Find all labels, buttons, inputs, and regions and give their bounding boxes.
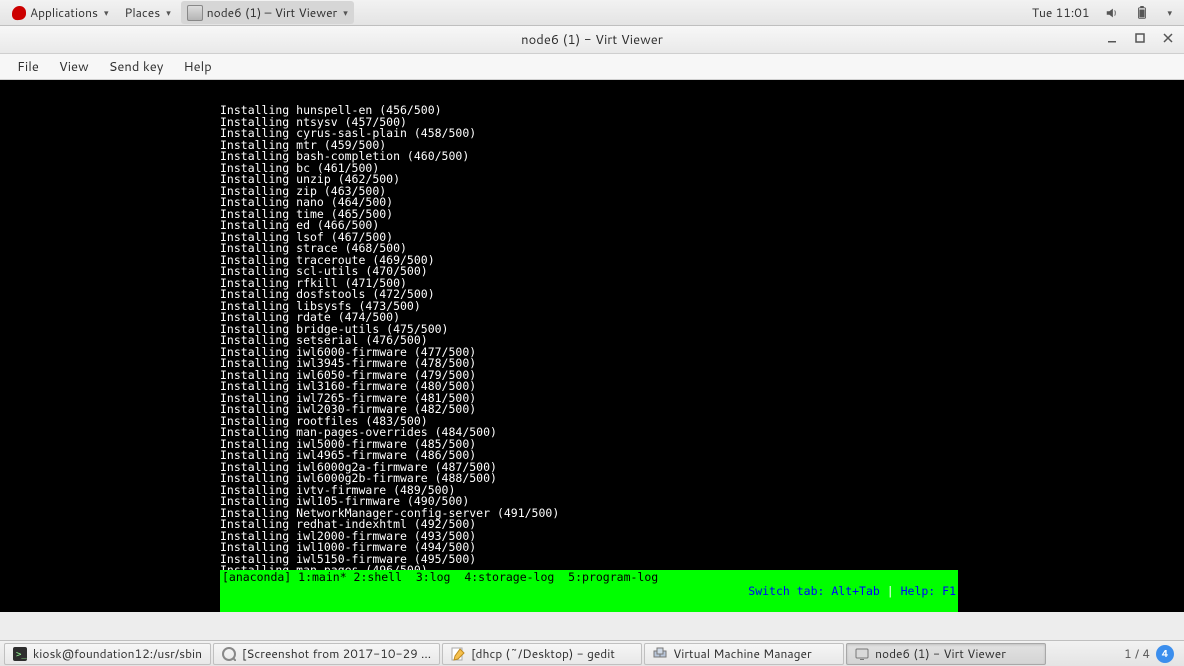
chevron-down-icon: ▾ <box>1167 6 1172 19</box>
virt-icon <box>855 647 869 661</box>
applications-label: Applications <box>30 4 98 21</box>
applications-menu[interactable]: Applications ▾ <box>6 1 114 24</box>
menu-view-label: View <box>59 58 89 76</box>
image-icon <box>222 647 236 661</box>
gnome-bottom-taskbar: >_ kiosk@foundation12:/usr/sbin [Screensho… <box>0 640 1184 666</box>
vm-console[interactable]: Installing hunspell-en (456/500) Install… <box>0 80 1184 612</box>
minimize-icon <box>1106 32 1118 44</box>
taskbar-item[interactable]: [dhcp (~/Desktop) - gedit <box>442 643 642 665</box>
active-app-menu[interactable]: node6 (1) – Virt Viewer ▾ <box>181 1 354 24</box>
workspace-count: 1 / 4 <box>1124 645 1150 662</box>
volume-indicator[interactable] <box>1099 3 1125 23</box>
chevron-down-icon: ▾ <box>104 6 109 19</box>
status-help-hint: Help: F1 <box>901 584 956 598</box>
menu-view[interactable]: View <box>50 55 98 79</box>
menu-file[interactable]: File <box>8 55 48 79</box>
virt-viewer-icon <box>187 5 203 21</box>
maximize-icon <box>1134 32 1146 44</box>
window-minimize-button[interactable] <box>1104 30 1120 46</box>
workspace-indicator[interactable]: 1 / 4 4 <box>1124 645 1180 663</box>
menu-sendkey[interactable]: Send key <box>100 55 173 79</box>
places-menu[interactable]: Places ▾ <box>118 1 176 24</box>
taskbar-item[interactable]: Virtual Machine Manager <box>644 643 844 665</box>
menu-help[interactable]: Help <box>174 55 220 79</box>
active-app-label: node6 (1) – Virt Viewer <box>207 4 338 21</box>
clock-label: Tue 11:01 <box>1032 4 1090 21</box>
clock[interactable]: Tue 11:01 <box>1026 1 1096 24</box>
taskbar-item[interactable]: [Screenshot from 2017-10-29 ... <box>213 643 440 665</box>
gnome-top-panel: Applications ▾ Places ▾ node6 (1) – Virt… <box>0 0 1184 26</box>
taskbar-item-label: [Screenshot from 2017-10-29 ... <box>242 645 431 662</box>
taskbar-item[interactable]: >_ kiosk@foundation12:/usr/sbin <box>4 643 211 665</box>
chevron-down-icon: ▾ <box>166 6 171 19</box>
chevron-down-icon: ▾ <box>343 6 348 19</box>
battery-icon <box>1135 6 1149 20</box>
window-titlebar: node6 (1) - Virt Viewer <box>0 26 1184 54</box>
menu-help-label: Help <box>183 58 211 76</box>
vmm-icon <box>653 647 667 661</box>
taskbar-item[interactable]: node6 (1) - Virt Viewer <box>846 643 1046 665</box>
window-title: node6 (1) - Virt Viewer <box>521 31 663 49</box>
menu-sendkey-label: Send key <box>109 58 164 76</box>
taskbar-item-label: node6 (1) - Virt Viewer <box>875 645 1006 662</box>
places-label: Places <box>124 4 160 21</box>
taskbar-item-label: Virtual Machine Manager <box>673 645 812 662</box>
menu-file-label: File <box>17 58 39 76</box>
close-icon <box>1162 32 1174 44</box>
virt-viewer-menubar: File View Send key Help <box>0 54 1184 80</box>
svg-text:>_: >_ <box>16 650 27 660</box>
user-menu[interactable]: ▾ <box>1159 3 1178 22</box>
workspace-badge: 4 <box>1156 645 1174 663</box>
status-separator: | <box>880 584 901 598</box>
window-maximize-button[interactable] <box>1132 30 1148 46</box>
terminal-output: Installing hunspell-en (456/500) Install… <box>0 103 1184 612</box>
anaconda-statusbar: [anaconda] 1:main* 2:shell 3:log 4:stora… <box>220 570 958 612</box>
window-close-button[interactable] <box>1160 30 1176 46</box>
editor-icon <box>451 647 465 661</box>
battery-indicator[interactable] <box>1129 3 1155 23</box>
taskbar-item-label: [dhcp (~/Desktop) - gedit <box>471 645 615 662</box>
status-switch-hint: Switch tab: Alt+Tab <box>748 584 880 598</box>
terminal-icon: >_ <box>13 647 27 661</box>
status-left: [anaconda] 1:main* 2:shell 3:log 4:stora… <box>222 570 658 612</box>
volume-icon <box>1105 6 1119 20</box>
taskbar-item-label: kiosk@foundation12:/usr/sbin <box>33 645 202 662</box>
redhat-icon <box>12 5 26 20</box>
